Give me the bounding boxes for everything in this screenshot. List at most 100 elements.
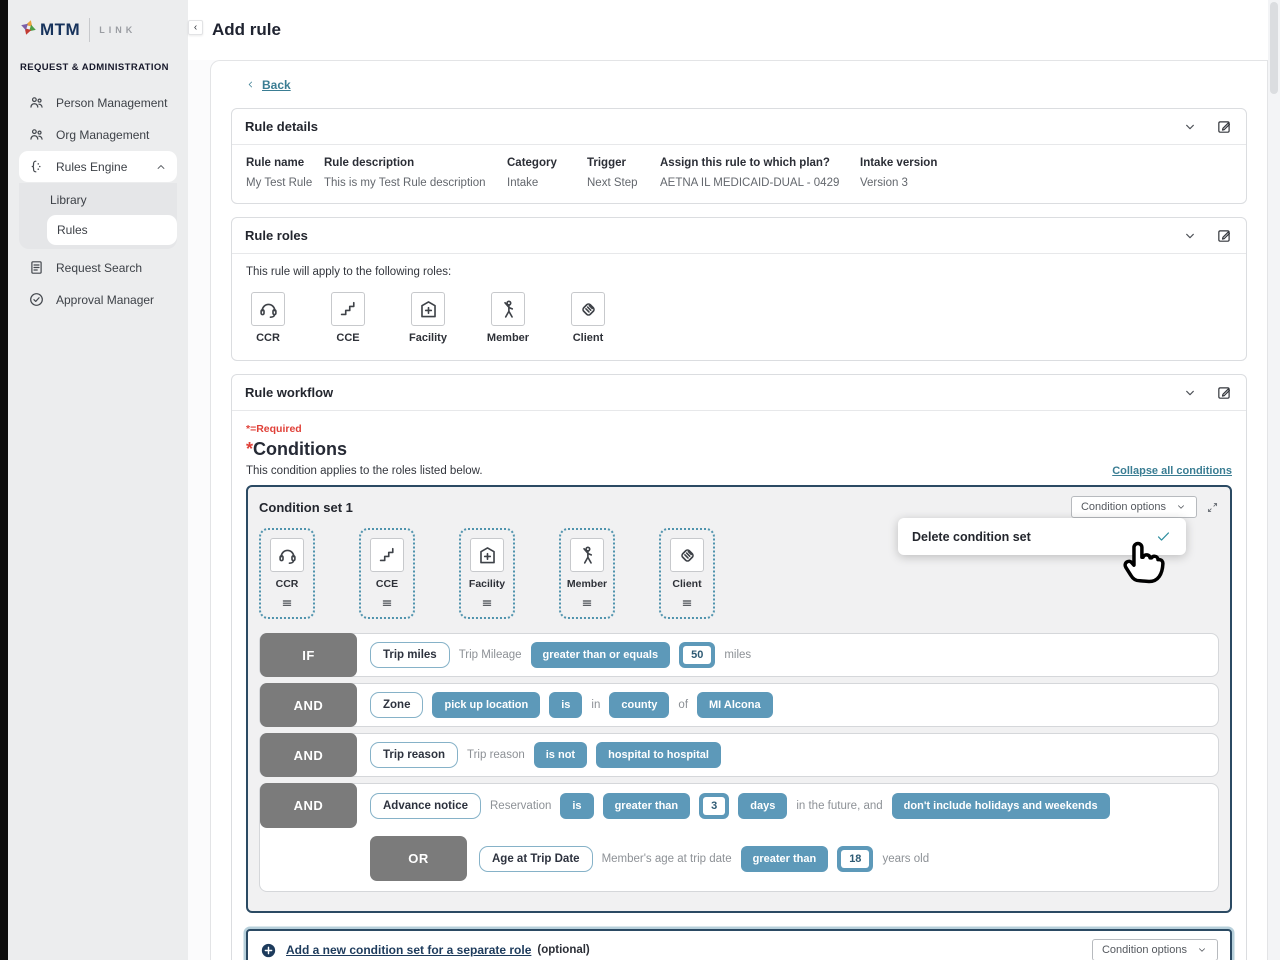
- condition-value-chip[interactable]: is not: [534, 742, 587, 768]
- condition-value-chip[interactable]: pick up location: [432, 692, 540, 718]
- sidebar-item-org-management[interactable]: Org Management: [19, 119, 177, 150]
- rule-roles-card: Rule roles This rule will apply to the f…: [231, 217, 1247, 361]
- condition-field-chip[interactable]: Trip reason: [370, 742, 458, 768]
- condition-field-chip[interactable]: Trip miles: [370, 642, 450, 668]
- app-logo[interactable]: MTM LINK: [8, 12, 188, 58]
- role-icon-box: [331, 292, 365, 326]
- role-label: CCR: [276, 578, 299, 590]
- condition-number-input[interactable]: 50: [679, 642, 715, 668]
- role-icon-box: [470, 538, 504, 572]
- sidebar-item-approval-manager[interactable]: Approval Manager: [19, 284, 177, 315]
- condition-value-chip[interactable]: greater than or equals: [531, 642, 671, 668]
- condition-row: ANDTrip reasonTrip reasonis nothospital …: [259, 733, 1219, 777]
- condition-value-chip[interactable]: don't include holidays and weekends: [892, 793, 1110, 819]
- condition-field-chip[interactable]: Age at Trip Date: [479, 846, 593, 872]
- condition-field-chip[interactable]: Zone: [370, 692, 423, 718]
- condition-role-card-member[interactable]: Member: [559, 528, 615, 619]
- sidebar-collapse-button[interactable]: ‹: [188, 20, 203, 35]
- condition-line: ANDAdvance noticeReservationisgreater th…: [260, 784, 1218, 828]
- conditions-subtext: This condition applies to the roles list…: [246, 465, 483, 477]
- condition-number-input[interactable]: 3: [699, 793, 729, 819]
- back-link[interactable]: Back: [245, 78, 291, 92]
- condition-value-chip[interactable]: greater than: [603, 793, 691, 819]
- sidebar-item-person-management[interactable]: Person Management: [19, 87, 177, 118]
- condition-row: ANDAdvance noticeReservationisgreater th…: [259, 783, 1219, 892]
- role-icon-box: [411, 292, 445, 326]
- condition-set-title: Condition set 1: [259, 500, 353, 515]
- condition-number-input[interactable]: 18: [837, 846, 873, 872]
- sidebar-item-library[interactable]: Library: [19, 185, 177, 215]
- product-text: LINK: [99, 25, 136, 35]
- sidebar-item-rules[interactable]: Rules: [47, 215, 177, 245]
- chevron-down-icon[interactable]: [1182, 228, 1198, 244]
- content-panel: Back Rule details Rule nameMy Test RuleR…: [210, 60, 1268, 960]
- scrollbar-thumb[interactable]: [1270, 2, 1278, 94]
- window-edge: [0, 0, 8, 960]
- condition-connector-text: in the future, and: [796, 800, 882, 812]
- role-label: Client: [672, 578, 701, 590]
- edit-icon[interactable]: [1216, 227, 1233, 244]
- condition-value-chip[interactable]: is: [560, 793, 593, 819]
- operator-block-and: AND: [260, 783, 357, 828]
- detail-field-category: Category Intake: [507, 157, 587, 189]
- facility-icon: [476, 544, 499, 567]
- mtm-pinwheel-icon: [20, 19, 37, 36]
- chevron-down-icon[interactable]: [1182, 119, 1198, 135]
- condition-role-card-facility[interactable]: Facility: [459, 528, 515, 619]
- condition-value-chip[interactable]: MI Alcona: [697, 692, 773, 718]
- condition-value-chip[interactable]: is: [549, 692, 582, 718]
- condition-value-chip[interactable]: county: [609, 692, 669, 718]
- sidebar-nav: Person Management Org ManagementRules Eng…: [8, 87, 188, 315]
- condition-options-menu-item-delete[interactable]: Delete condition set: [898, 518, 1186, 555]
- detail-field-intake-version: Intake versionVersion 3: [860, 157, 951, 189]
- scrollbar[interactable]: [1268, 0, 1280, 960]
- operator-block-if: IF: [260, 633, 357, 677]
- rules-engine-icon: [28, 158, 45, 175]
- field-label: Trigger: [587, 157, 646, 169]
- sidebar-item-request-search[interactable]: Request Search: [19, 252, 177, 283]
- sidebar-item-label: Person Management: [56, 96, 167, 110]
- expand-arrows-icon[interactable]: [1206, 501, 1219, 514]
- condition-connector-text: Trip Mileage: [459, 649, 522, 661]
- rule-roles-description: This rule will apply to the following ro…: [246, 266, 1232, 278]
- condition-connector-text: in: [591, 699, 600, 711]
- required-note: *=Required: [246, 423, 1232, 435]
- condition-connector-text: Member's age at trip date: [602, 853, 732, 865]
- condition-value-chip[interactable]: hospital to hospital: [596, 742, 721, 768]
- field-label: Rule name: [246, 157, 310, 169]
- condition-role-card-cce[interactable]: CCE: [359, 528, 415, 619]
- chevron-down-icon[interactable]: [1182, 385, 1198, 401]
- condition-value-chip[interactable]: days: [738, 793, 787, 819]
- role-facility: Facility: [406, 292, 450, 344]
- rule-details-card: Rule details Rule nameMy Test RuleRule d…: [231, 108, 1247, 204]
- facility-icon: [417, 298, 440, 321]
- condition-chips: Zonepick up locationisincountyofMI Alcon…: [370, 688, 1208, 722]
- condition-role-card-ccr[interactable]: CCR: [259, 528, 315, 619]
- request-search-icon: [28, 259, 45, 276]
- sidebar-submenu: LibraryRules: [19, 183, 177, 249]
- condition-role-card-client[interactable]: Client: [659, 528, 715, 619]
- field-label: Category: [507, 157, 573, 169]
- add-condition-set-link[interactable]: Add a new condition set for a separate r…: [286, 943, 531, 957]
- condition-number-value: 18: [841, 850, 869, 868]
- role-label: Member: [487, 332, 529, 344]
- condition-value-chip[interactable]: greater than: [741, 846, 829, 872]
- sidebar-item-rules-engine[interactable]: Rules Engine: [19, 151, 177, 182]
- collapse-all-conditions-link[interactable]: Collapse all conditions: [1112, 465, 1232, 477]
- edit-icon[interactable]: [1216, 118, 1233, 135]
- role-icon-box: [491, 292, 525, 326]
- field-value: Intake: [507, 177, 573, 189]
- condition-options-select[interactable]: Condition options: [1092, 939, 1218, 960]
- rule-details-title: Rule details: [245, 119, 318, 134]
- edit-icon[interactable]: [1216, 384, 1233, 401]
- ccr-icon: [276, 544, 299, 567]
- chevron-up-icon: [154, 160, 168, 174]
- condition-options-select[interactable]: Condition options: [1071, 496, 1197, 518]
- sidebar-section-label: REQUEST & ADMINISTRATION: [8, 58, 188, 87]
- sidebar: MTM LINK REQUEST & ADMINISTRATION Person…: [8, 0, 188, 960]
- field-label: Rule description: [324, 157, 493, 169]
- field-label: Assign this rule to which plan?: [660, 157, 846, 169]
- chevron-down-icon: [1196, 944, 1208, 956]
- condition-field-chip[interactable]: Advance notice: [370, 793, 481, 819]
- detail-field-rule-name: Rule nameMy Test Rule: [246, 157, 324, 189]
